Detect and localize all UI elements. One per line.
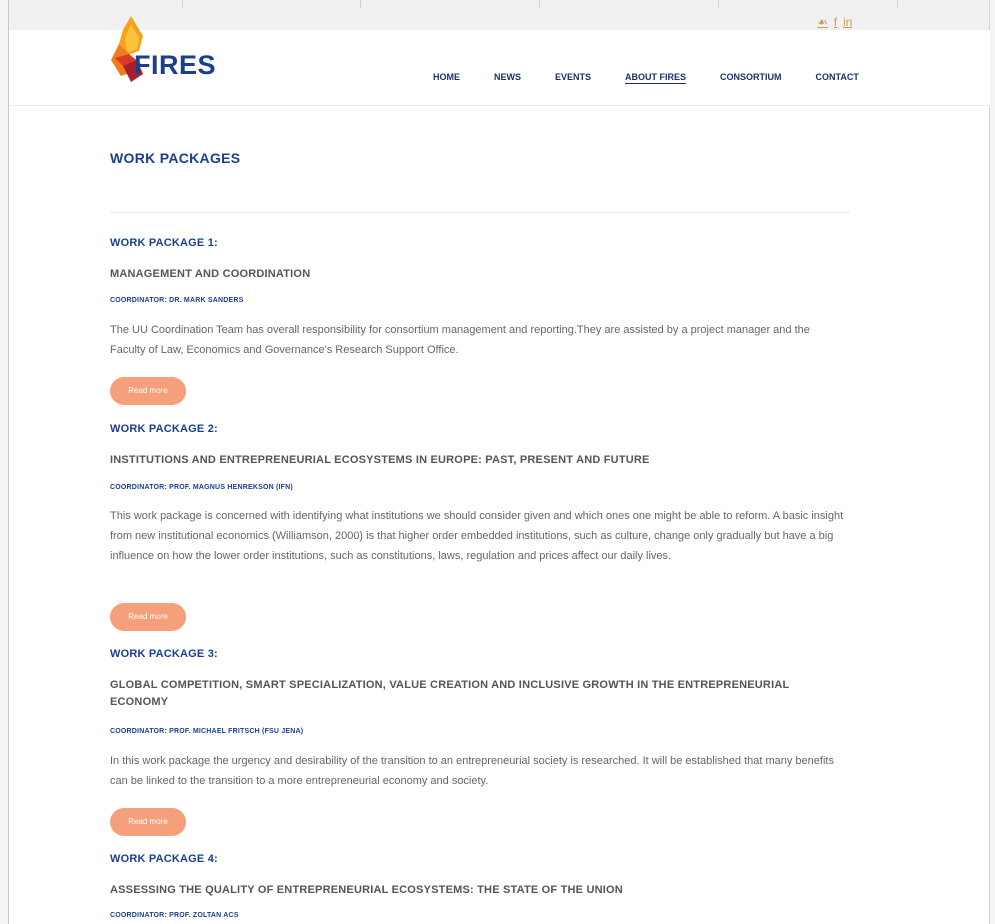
facebook-icon[interactable]: f	[834, 15, 837, 29]
work-package-description: This work package is concerned with iden…	[110, 510, 844, 562]
nav-news[interactable]: NEWS	[494, 72, 521, 84]
nav-contact[interactable]: CONTACT	[816, 72, 859, 84]
read-more-button[interactable]: Read more	[110, 603, 186, 631]
work-package-description: The UU Coordination Team has overall res…	[110, 324, 810, 356]
work-package-description: In this work package the urgency and des…	[110, 755, 834, 787]
frame-separator	[182, 0, 183, 8]
work-package-coordinator: COORDINATOR: DR. MARK SANDERS	[110, 297, 244, 304]
work-package-label: WORK PACKAGE 2:	[110, 423, 218, 435]
nav-home[interactable]: HOME	[433, 72, 460, 84]
nav-about-fires[interactable]: ABOUT FIRES	[625, 72, 687, 84]
browser-frame-right	[989, 0, 995, 924]
read-more-button[interactable]: Read more	[110, 377, 186, 405]
work-package-title: MANAGEMENT AND COORDINATION	[110, 268, 311, 280]
read-more-button[interactable]: Read more	[110, 808, 186, 836]
frame-separator	[897, 0, 898, 8]
work-package-title: GLOBAL COMPETITION, SMART SPECIALIZATION…	[110, 679, 790, 708]
browser-frame-left	[0, 0, 9, 924]
nav-events[interactable]: EVENTS	[555, 72, 591, 84]
twitter-icon[interactable]: ☙	[817, 15, 828, 29]
work-package-title: INSTITUTIONS AND ENTREPRENEURIAL ECOSYST…	[110, 454, 650, 466]
work-package-coordinator: COORDINATOR: PROF. MICHAEL FRITSCH (FSU …	[110, 728, 304, 735]
frame-separator	[718, 0, 719, 8]
work-package-label: WORK PACKAGE 3:	[110, 648, 218, 660]
social-links: ☙ f in	[817, 15, 852, 29]
frame-separator	[360, 0, 361, 8]
work-package-title: ASSESSING THE QUALITY OF ENTREPRENEURIAL…	[110, 884, 623, 896]
nav-consortium[interactable]: CONSORTIUM	[720, 72, 782, 84]
work-package-coordinator: COORDINATOR: PROF. MAGNUS HENREKSON (IFN…	[110, 484, 293, 491]
frame-separator	[539, 0, 540, 8]
title-divider	[110, 212, 850, 213]
work-package-label: WORK PACKAGE 4:	[110, 853, 218, 865]
logo-wordmark[interactable]: FIRES	[134, 50, 216, 81]
linkedin-icon[interactable]: in	[843, 15, 852, 29]
work-package-coordinator: COORDINATOR: PROF. ZOLTAN ACS	[110, 912, 239, 919]
site-header: FIRES ☙ f in HOME NEWS EVENTS ABOUT FIRE…	[9, 15, 990, 106]
main-nav: HOME NEWS EVENTS ABOUT FIRES CONSORTIUM …	[433, 72, 859, 84]
page-title: WORK PACKAGES	[110, 150, 241, 166]
work-package-label: WORK PACKAGE 1:	[110, 237, 218, 249]
